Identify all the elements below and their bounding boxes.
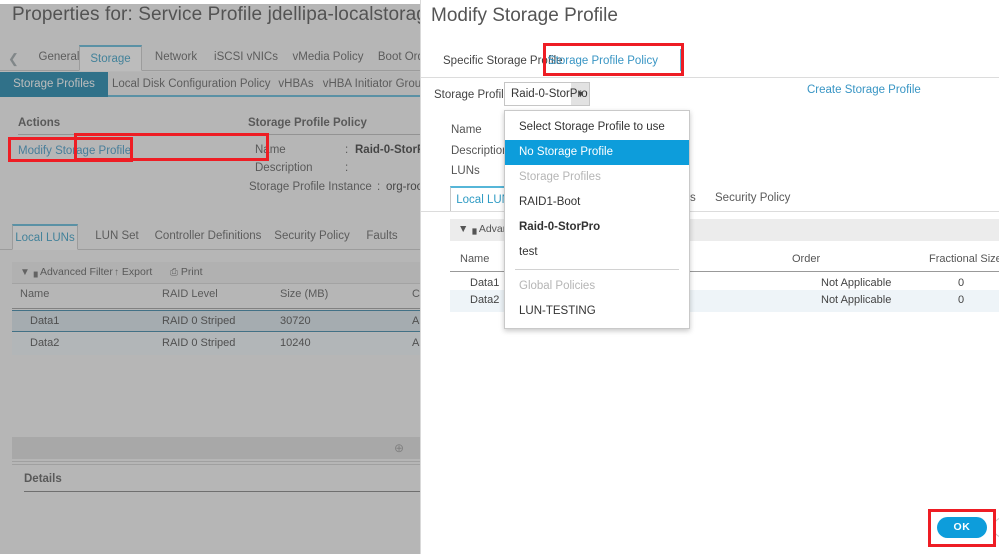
primary-tab-strip: General Storage Network iSCSI vNICs vMed… (0, 45, 420, 71)
divider-lower (12, 464, 420, 465)
subtab-vhba-initiator-groups[interactable]: vHBA Initiator Groups (322, 72, 420, 97)
dialog-name-label: Name (451, 124, 482, 136)
upload-icon: ↑ (114, 267, 119, 278)
sp-name-value: Raid-0-StorPro (355, 144, 420, 156)
screenshot-root: Properties for: Service Profile jdellipa… (0, 0, 999, 554)
table-toolbar: ▼▗ Advanced Filter ↑ Export ⎙ Print (12, 262, 420, 284)
dialog-cell-fractional: 0 (958, 294, 965, 306)
dropdown-item-no-storage-profile[interactable]: No Storage Profile (505, 140, 689, 165)
cell-c: A (412, 337, 420, 349)
tab-storage[interactable]: Storage (79, 45, 142, 71)
inner-tab-faults[interactable]: Faults (358, 224, 406, 250)
dropdown-item-raid-0-storpro[interactable]: Raid-0-StorPro (505, 215, 689, 240)
cell-raid: RAID 0 Striped (162, 337, 236, 349)
tab-iscsi-vnics[interactable]: iSCSI vNICs (207, 45, 285, 71)
inner-tab-local-luns[interactable]: Local LUNs (12, 224, 78, 250)
table-header-rule (12, 308, 420, 309)
advanced-filter-button[interactable]: ▼▗ Advanced Filter (20, 266, 113, 278)
dialog-cell-order: Not Applicable (821, 277, 892, 289)
col-name[interactable]: Name (20, 288, 49, 300)
cell-size: 10240 (280, 337, 311, 349)
storage-profile-label: Storage Profile: (434, 89, 514, 101)
dialog-col-fractional-size[interactable]: Fractional Size ( (929, 253, 999, 265)
filter-icon: ▼▗ (20, 267, 38, 278)
secondary-tab-strip: Storage Profiles Local Disk Configuratio… (0, 72, 420, 97)
subtab-storage-profiles[interactable]: Storage Profiles (0, 72, 108, 97)
inner-tab-controller-definitions[interactable]: Controller Definitions (150, 224, 266, 250)
no-storage-profile-highlight-box (74, 133, 269, 161)
dropdown-item-test[interactable]: test (505, 240, 689, 265)
advanced-filter-label: Advanced Filter (39, 266, 113, 278)
dropdown-item-raid1-boot[interactable]: RAID1-Boot (505, 190, 689, 215)
dialog-top-strip (421, 0, 999, 3)
print-button[interactable]: ⎙ Print (170, 266, 203, 278)
cell-name: Data2 (30, 337, 60, 349)
dropdown-item-select-storage-profile-to-use[interactable]: Select Storage Profile to use (505, 115, 689, 140)
dialog-inner-tab-partial[interactable]: s (690, 186, 696, 212)
sp-description-label: Description (255, 162, 313, 174)
subtab-local-disk-configuration-policy[interactable]: Local Disk Configuration Policy (112, 72, 271, 97)
filter-icon: ▼▗ (458, 223, 477, 235)
export-button[interactable]: ↑ Export (114, 266, 152, 278)
storage-profile-policy-heading: Storage Profile Policy (248, 117, 367, 129)
dialog-description-label: Description (451, 145, 509, 157)
plus-circle-icon[interactable]: ⊕ (394, 441, 404, 455)
sp-instance-value[interactable]: org-root/profile (386, 181, 420, 193)
tab-network[interactable]: Network (145, 45, 207, 71)
actions-heading: Actions (18, 117, 61, 129)
table-row[interactable]: Data1 RAID 0 Striped 30720 A (12, 310, 420, 332)
print-label: Print (180, 266, 203, 278)
col-size-mb[interactable]: Size (MB) (280, 288, 328, 300)
dropdown-item-lun-testing[interactable]: LUN-TESTING (505, 299, 689, 324)
inner-tab-lun-set[interactable]: LUN Set (86, 224, 148, 250)
table-footer-band (12, 437, 420, 459)
window-top-strip (0, 0, 420, 4)
dropdown-group-storage-profiles: Storage Profiles (519, 171, 601, 183)
printer-icon: ⎙ (170, 267, 178, 278)
properties-window: Properties for: Service Profile jdellipa… (0, 0, 420, 554)
details-heading: Details (24, 473, 62, 485)
cell-c: A (412, 315, 420, 327)
storage-profile-policy-highlight-box (543, 43, 684, 76)
col-c[interactable]: C (412, 288, 420, 300)
inner-tab-security-policy[interactable]: Security Policy (268, 224, 356, 250)
storage-profile-policy-divider (248, 134, 420, 135)
cell-name: Data1 (30, 315, 60, 327)
create-storage-profile-link[interactable]: Create Storage Profile (807, 84, 921, 96)
dialog-luns-label: LUNs (451, 165, 480, 177)
dialog-tab-divider (421, 77, 999, 78)
dropdown-group-global-policies: Global Policies (519, 280, 596, 292)
storage-profile-select[interactable]: Raid-0-StorPro ▼ (504, 82, 590, 106)
dialog-cell-name: Data2 (470, 294, 500, 306)
col-raid-level[interactable]: RAID Level (162, 288, 218, 300)
cell-size: 30720 (280, 315, 311, 327)
tab-vmedia-policy[interactable]: vMedia Policy (285, 45, 371, 71)
sp-description-colon: : (345, 162, 349, 174)
table-row[interactable]: Data2 RAID 0 Striped 10240 A (12, 333, 420, 355)
details-divider (24, 491, 420, 492)
tab-boot-order[interactable]: Boot Order (371, 45, 420, 71)
dialog-title: Modify Storage Profile (431, 5, 618, 26)
sp-instance-label: Storage Profile Instance (249, 181, 372, 193)
sp-name-colon: : (345, 144, 349, 156)
dialog-col-name[interactable]: Name (460, 253, 489, 265)
dialog-inner-tab-security-policy[interactable]: Security Policy (715, 186, 790, 212)
cell-raid: RAID 0 Striped (162, 315, 236, 327)
chevron-down-icon: ▼ (576, 89, 585, 99)
storage-profile-dropdown-menu[interactable]: Select Storage Profile to use No Storage… (504, 110, 690, 329)
sp-instance-colon: : (377, 181, 381, 193)
dialog-cell-name: Data1 (470, 277, 500, 289)
divider-upper (12, 461, 420, 462)
properties-window-title: Properties for: Service Profile jdellipa… (12, 4, 420, 25)
dialog-col-order[interactable]: Order (792, 253, 820, 265)
subtab-vhbas[interactable]: vHBAs (272, 72, 320, 97)
export-label: Export (121, 266, 153, 278)
modify-storage-profile-dialog: Modify Storage Profile Specific Storage … (420, 0, 999, 554)
inner-tab-strip: Local LUNs LUN Set Controller Definition… (0, 224, 420, 250)
dialog-cell-order: Not Applicable (821, 294, 892, 306)
ok-button-highlight-box (928, 509, 996, 547)
dropdown-separator (515, 269, 679, 270)
dialog-cell-fractional: 0 (958, 277, 965, 289)
